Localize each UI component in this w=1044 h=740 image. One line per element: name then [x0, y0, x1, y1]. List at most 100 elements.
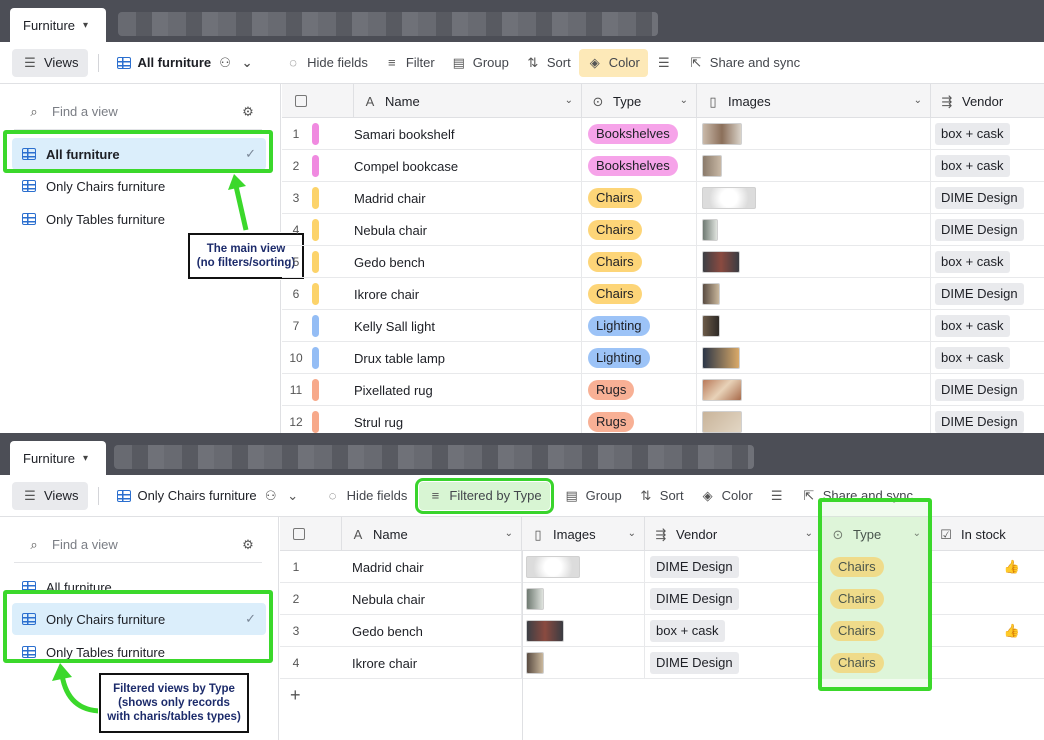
cell-images[interactable]	[522, 551, 645, 583]
cell-vendor[interactable]: DIME Design	[931, 278, 1044, 310]
cell-name[interactable]: Madrid chair	[354, 182, 582, 214]
views-button[interactable]: ☰ Views	[12, 481, 89, 510]
views-button[interactable]: ☰ Views	[12, 48, 89, 77]
share-sync-button[interactable]: ⇱ Share and sync	[680, 49, 808, 77]
add-record-button[interactable]: +	[280, 679, 520, 711]
cell-vendor[interactable]: box + cask	[931, 246, 1044, 278]
hide-fields-button[interactable]: ◌ Hide fields	[317, 482, 416, 510]
cell-images[interactable]	[697, 118, 931, 150]
current-view-button[interactable]: Only Chairs furniture ⚇ ⌄	[109, 482, 308, 510]
table-row[interactable]: 12 Strul rug Rugs DIME Design	[282, 406, 1044, 433]
cell-images[interactable]	[697, 214, 931, 246]
cell-name[interactable]: Strul rug	[354, 406, 582, 433]
table-row[interactable]: 4 Ikrore chair DIME Design Chairs	[280, 647, 1044, 679]
table-row[interactable]: 2 Compel bookcase Bookshelves box + cask	[282, 150, 1044, 182]
cell-images[interactable]	[522, 647, 645, 679]
image-thumbnail[interactable]	[702, 155, 722, 177]
cell-type[interactable]: Chairs	[582, 278, 697, 310]
cell-name[interactable]: Nebula chair	[354, 214, 582, 246]
cell-name[interactable]: Gedo bench	[342, 615, 522, 647]
column-header-type[interactable]: ⊙ Type ⌄	[582, 84, 697, 118]
cell-in-stock[interactable]: 👍	[930, 615, 1044, 647]
cell-type[interactable]: Chairs	[822, 615, 930, 647]
cell-vendor[interactable]: DIME Design	[645, 551, 822, 583]
chevron-down-icon[interactable]: ⌄	[914, 95, 922, 106]
cell-vendor[interactable]: box + cask	[931, 310, 1044, 342]
cell-name[interactable]: Nebula chair	[342, 583, 522, 615]
table-row[interactable]: 1 Madrid chair DIME Design Chairs 👍	[280, 551, 1044, 583]
chevron-down-icon[interactable]: ⌄	[239, 55, 255, 71]
cell-images[interactable]	[697, 374, 931, 406]
cell-vendor[interactable]: box + cask	[645, 615, 822, 647]
chevron-down-icon[interactable]: ▾	[83, 453, 88, 464]
cell-images[interactable]	[697, 150, 931, 182]
cell-name[interactable]: Kelly Sall light	[354, 310, 582, 342]
table-row[interactable]: 2 Nebula chair DIME Design Chairs	[280, 583, 1044, 615]
cell-type[interactable]: Chairs	[822, 583, 930, 615]
table-row[interactable]: 1 Samari bookshelf Bookshelves box + cask	[282, 118, 1044, 150]
column-header-images[interactable]: ▯ Images ⌄	[697, 84, 931, 118]
cell-images[interactable]	[522, 583, 645, 615]
image-thumbnail[interactable]	[702, 187, 756, 209]
chevron-down-icon[interactable]: ⌄	[805, 528, 813, 539]
column-header-in-stock[interactable]: ☑ In stock	[930, 517, 1044, 551]
table-row[interactable]: 3 Madrid chair Chairs DIME Design	[282, 182, 1044, 214]
image-thumbnail[interactable]	[702, 347, 740, 369]
gear-icon[interactable]: ⚙	[240, 103, 256, 119]
sidebar-view-all-furniture[interactable]: All furniture	[12, 571, 266, 603]
select-all-checkbox[interactable]	[293, 528, 305, 540]
column-header-name[interactable]: A Name ⌄	[342, 517, 522, 551]
chevron-down-icon[interactable]: ⌄	[913, 528, 921, 539]
color-button[interactable]: ◈ Color	[692, 482, 761, 510]
select-all-checkbox[interactable]	[295, 95, 307, 107]
table-row[interactable]: 11 Pixellated rug Rugs DIME Design	[282, 374, 1044, 406]
cell-type[interactable]: Lighting	[582, 310, 697, 342]
cell-type[interactable]: Chairs	[822, 551, 930, 583]
table-row[interactable]: 4 Nebula chair Chairs DIME Design	[282, 214, 1044, 246]
cell-type[interactable]: Lighting	[582, 342, 697, 374]
cell-vendor[interactable]: DIME Design	[931, 374, 1044, 406]
find-view-search[interactable]: ⌕ Find a view ⚙	[14, 94, 262, 130]
cell-vendor[interactable]: DIME Design	[931, 214, 1044, 246]
cell-vendor[interactable]: DIME Design	[931, 406, 1044, 433]
group-button[interactable]: ▤ Group	[443, 49, 517, 77]
filter-button[interactable]: ≡ Filtered by Type	[415, 477, 554, 514]
cell-name[interactable]: Madrid chair	[342, 551, 522, 583]
column-header-type[interactable]: ⊙ Type ⌄	[822, 517, 930, 551]
color-button[interactable]: ◈ Color	[578, 48, 648, 77]
cell-vendor[interactable]: box + cask	[931, 118, 1044, 150]
image-thumbnail[interactable]	[702, 411, 742, 433]
group-button[interactable]: ▤ Group	[556, 482, 630, 510]
cell-type[interactable]: Bookshelves	[582, 118, 697, 150]
chevron-down-icon[interactable]: ⌄	[285, 488, 301, 504]
cell-images[interactable]	[697, 246, 931, 278]
table-tab-furniture[interactable]: Furniture ▾	[10, 441, 106, 475]
column-header-vendor[interactable]: ⇶ Vendor	[931, 84, 1044, 118]
cell-type[interactable]: Rugs	[582, 406, 697, 433]
row-height-button[interactable]: ☰	[648, 49, 680, 77]
image-thumbnail[interactable]	[526, 588, 544, 610]
chevron-down-icon[interactable]: ⌄	[680, 95, 688, 106]
cell-vendor[interactable]: box + cask	[931, 150, 1044, 182]
find-view-search[interactable]: ⌕ Find a view ⚙	[14, 527, 262, 563]
cell-vendor[interactable]: DIME Design	[645, 647, 822, 679]
column-header-name[interactable]: A Name ⌄	[354, 84, 582, 118]
image-thumbnail[interactable]	[526, 620, 564, 642]
select-all-cell[interactable]	[282, 84, 354, 118]
cell-images[interactable]	[697, 342, 931, 374]
chevron-down-icon[interactable]: ▾	[83, 20, 88, 31]
cell-images[interactable]	[697, 278, 931, 310]
cell-images[interactable]	[697, 406, 931, 433]
cell-images[interactable]	[522, 615, 645, 647]
chevron-down-icon[interactable]: ⌄	[565, 95, 573, 106]
cell-type[interactable]: Chairs	[582, 214, 697, 246]
image-thumbnail[interactable]	[702, 283, 720, 305]
image-thumbnail[interactable]	[702, 123, 742, 145]
sort-button[interactable]: ⇅ Sort	[630, 482, 692, 510]
cell-name[interactable]: Compel bookcase	[354, 150, 582, 182]
cell-name[interactable]: Pixellated rug	[354, 374, 582, 406]
cell-name[interactable]: Samari bookshelf	[354, 118, 582, 150]
cell-name[interactable]: Gedo bench	[354, 246, 582, 278]
image-thumbnail[interactable]	[526, 556, 580, 578]
cell-type[interactable]: Chairs	[822, 647, 930, 679]
